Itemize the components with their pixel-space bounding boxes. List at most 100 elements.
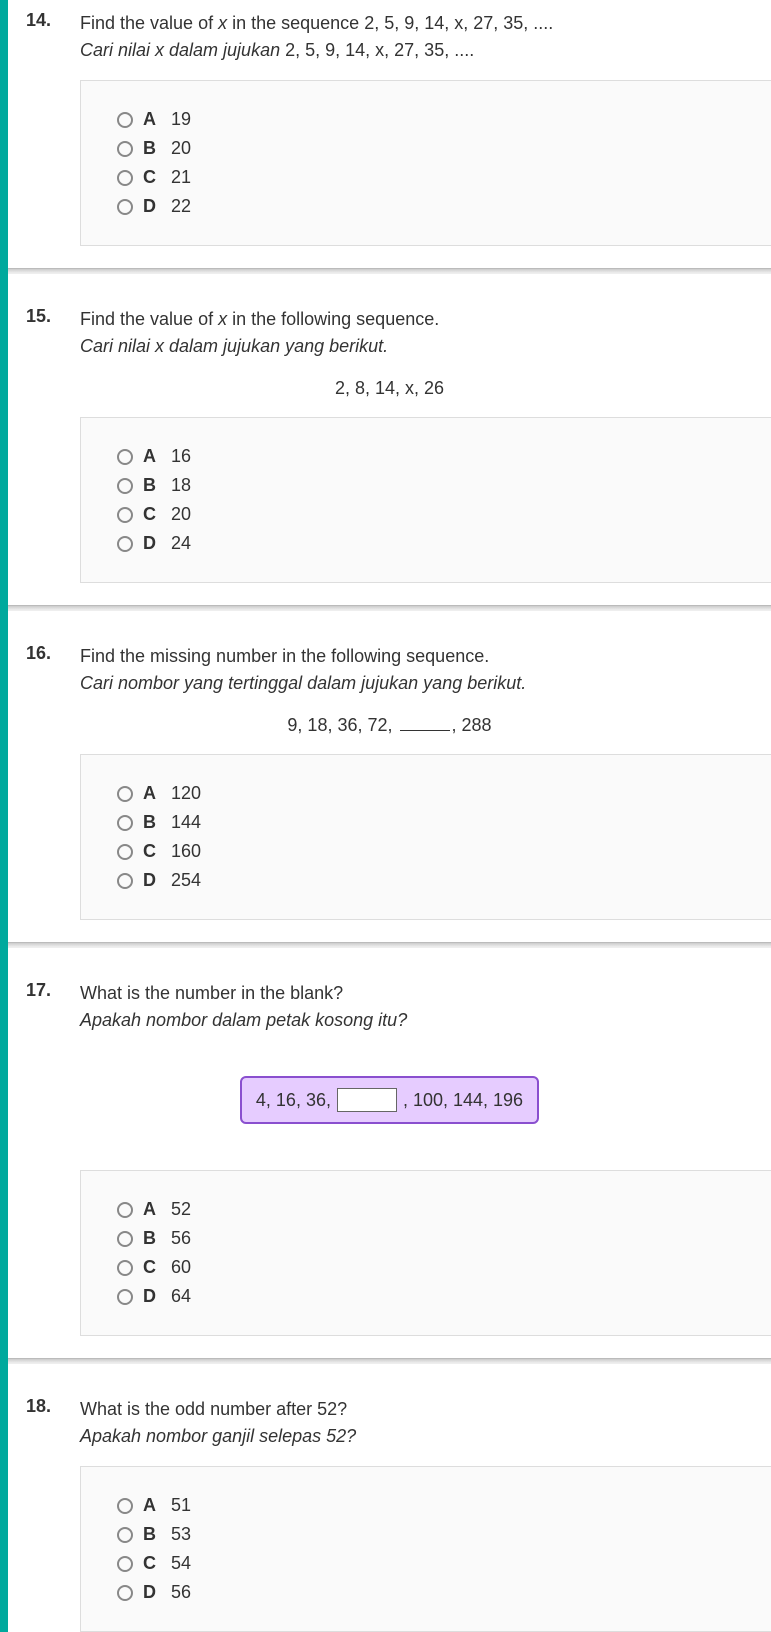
answer-letter: A [143, 1495, 161, 1516]
question-number: 15. [20, 306, 80, 360]
answer-letter: C [143, 841, 161, 862]
answer-letter: A [143, 109, 161, 130]
answer-option-c[interactable]: C 20 [117, 500, 771, 529]
answer-letter: D [143, 533, 161, 554]
answer-option-c[interactable]: C21 [117, 163, 771, 192]
answer-option-b[interactable]: B18 [117, 471, 771, 500]
answer-text: 51 [171, 1495, 191, 1516]
radio-icon [117, 1585, 133, 1601]
question-text: Find the value of x in the following seq… [80, 306, 759, 360]
question-number: 14. [20, 10, 80, 64]
radio-icon [117, 1289, 133, 1305]
box-post: , 100, 144, 196 [403, 1090, 523, 1111]
answer-text: 19 [171, 109, 191, 130]
seq-pre: 9, 18, 36, 72, [287, 715, 397, 735]
answer-text: 64 [171, 1286, 191, 1307]
divider [8, 942, 771, 948]
question-text: Find the missing number in the following… [80, 643, 759, 697]
answer-option-d[interactable]: D 254 [117, 866, 771, 895]
answer-text: 120 [171, 783, 201, 804]
radio-icon [117, 844, 133, 860]
answer-letter: B [143, 138, 161, 159]
radio-icon [117, 815, 133, 831]
radio-icon [117, 507, 133, 523]
question-text: Find the value of x in the sequence 2, 5… [80, 10, 759, 64]
q-en-pre: Find the value of [80, 309, 218, 329]
answer-letter: A [143, 783, 161, 804]
answer-option-b[interactable]: B53 [117, 1520, 771, 1549]
answer-option-d[interactable]: D64 [117, 1282, 771, 1311]
answer-option-a[interactable]: A 51 [117, 1491, 771, 1520]
answers-box: A 19 B 20 C21 D 22 [80, 80, 771, 246]
answer-option-c[interactable]: C60 [117, 1253, 771, 1282]
q-en-pre: Find the value of [80, 13, 218, 33]
answer-text: 16 [171, 446, 191, 467]
question-16: 16. Find the missing number in the follo… [8, 633, 771, 920]
question-15: 15. Find the value of x in the following… [8, 296, 771, 583]
answer-text: 52 [171, 1199, 191, 1220]
answer-option-a[interactable]: A 16 [117, 442, 771, 471]
radio-icon [117, 112, 133, 128]
seq-post: , 288 [452, 715, 492, 735]
q-ms: Cari nombor yang tertinggal dalam jujuka… [80, 673, 526, 693]
sequence-box: 4, 16, 36, , 100, 144, 196 [240, 1076, 539, 1124]
answer-letter: B [143, 812, 161, 833]
q-ms-pre: Cari nilai x dalam jujukan [80, 40, 285, 60]
radio-icon [117, 170, 133, 186]
answer-option-b[interactable]: B56 [117, 1224, 771, 1253]
radio-icon [117, 1231, 133, 1247]
radio-icon [117, 1498, 133, 1514]
answer-letter: A [143, 1199, 161, 1220]
answers-box: A 52 B56 C60 D64 [80, 1170, 771, 1336]
answer-option-d[interactable]: D24 [117, 529, 771, 558]
answer-letter: A [143, 446, 161, 467]
radio-icon [117, 1527, 133, 1543]
answer-option-b[interactable]: B 20 [117, 134, 771, 163]
answer-text: 56 [171, 1228, 191, 1249]
radio-icon [117, 141, 133, 157]
radio-icon [117, 478, 133, 494]
answer-letter: C [143, 1553, 161, 1574]
q-ms: Apakah nombor dalam petak kosong itu? [80, 1010, 407, 1030]
q-ms: Apakah nombor ganjil selepas 52? [80, 1426, 356, 1446]
answer-text: 18 [171, 475, 191, 496]
answer-option-c[interactable]: C 54 [117, 1549, 771, 1578]
blank-box-icon [337, 1088, 397, 1112]
answer-option-a[interactable]: A 19 [117, 105, 771, 134]
answer-option-d[interactable]: D 22 [117, 192, 771, 221]
q-ms: Cari nilai x dalam jujukan yang berikut. [80, 336, 388, 356]
radio-icon [117, 1556, 133, 1572]
radio-icon [117, 786, 133, 802]
answer-text: 22 [171, 196, 191, 217]
answer-option-b[interactable]: B144 [117, 808, 771, 837]
q-en-var: x [218, 309, 227, 329]
sequence-box-wrap: 4, 16, 36, , 100, 144, 196 [8, 1058, 771, 1142]
q-en-post: in the following sequence. [227, 309, 439, 329]
answer-text: 254 [171, 870, 201, 891]
sequence-display: 2, 8, 14, x, 26 [8, 378, 771, 399]
answer-option-a[interactable]: A 52 [117, 1195, 771, 1224]
answer-text: 20 [171, 138, 191, 159]
divider [8, 268, 771, 274]
answer-text: 20 [171, 504, 191, 525]
question-header: 16. Find the missing number in the follo… [8, 643, 771, 697]
answer-text: 54 [171, 1553, 191, 1574]
divider [8, 1358, 771, 1364]
divider [8, 605, 771, 611]
sequence-text: 2, 8, 14, x, 26 [335, 378, 444, 398]
question-number: 17. [20, 980, 80, 1034]
answer-option-c[interactable]: C160 [117, 837, 771, 866]
answer-letter: D [143, 196, 161, 217]
answer-option-a[interactable]: A 120 [117, 779, 771, 808]
q-en: Find the missing number in the following… [80, 646, 489, 666]
answer-letter: D [143, 870, 161, 891]
question-number: 16. [20, 643, 80, 697]
answer-option-d[interactable]: D56 [117, 1578, 771, 1607]
q-ms-post: 2, 5, 9, 14, x, 27, 35, .... [285, 40, 474, 60]
q-en: What is the number in the blank? [80, 983, 343, 1003]
question-header: 14. Find the value of x in the sequence … [8, 10, 771, 64]
answer-letter: C [143, 1257, 161, 1278]
answers-box: A 16 B18 C 20 D24 [80, 417, 771, 583]
radio-icon [117, 1260, 133, 1276]
answer-letter: C [143, 504, 161, 525]
